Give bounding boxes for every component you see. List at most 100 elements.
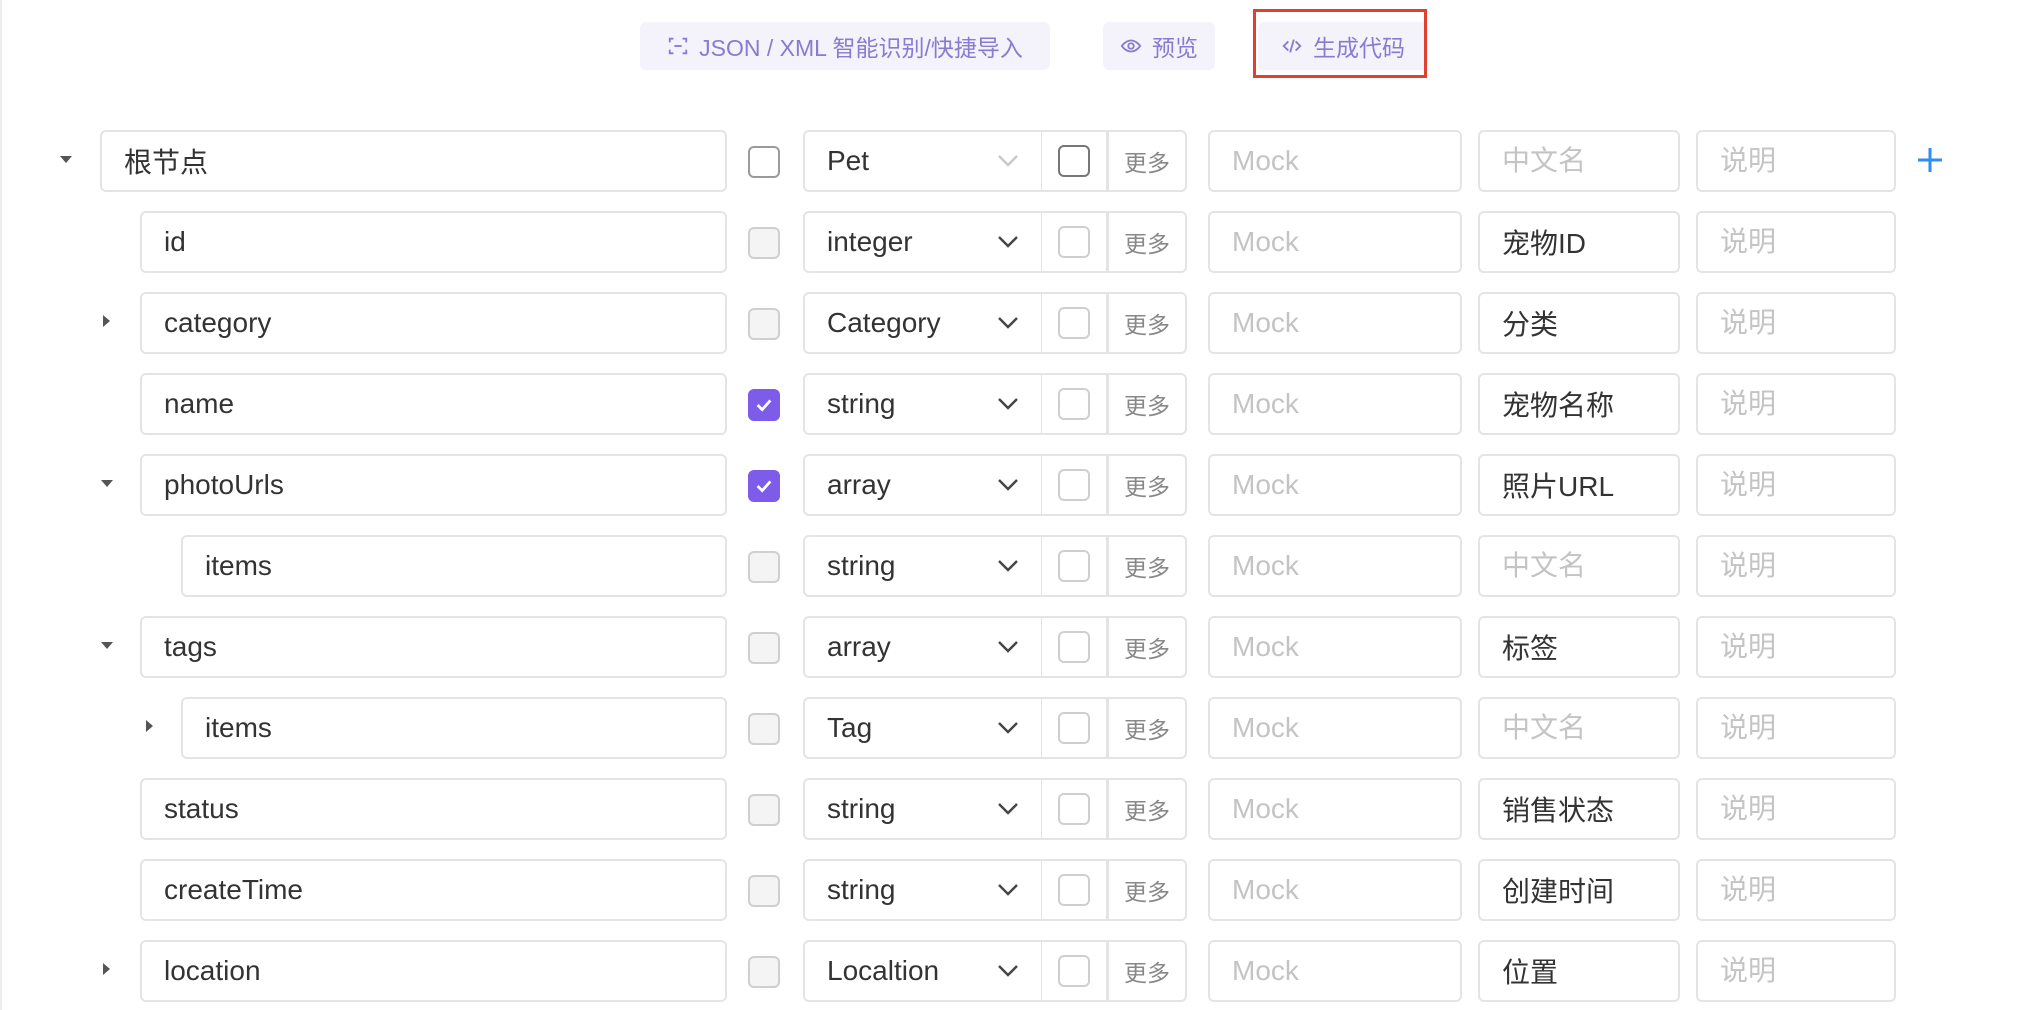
mock-input[interactable] (1208, 454, 1462, 516)
chinese-name-input[interactable] (1478, 454, 1680, 516)
add-child-button[interactable] (1914, 144, 1946, 176)
expand-caret-icon[interactable] (146, 720, 153, 732)
nullable-checkbox[interactable] (1058, 307, 1090, 339)
more-button[interactable]: 更多 (1107, 130, 1187, 192)
nullable-checkbox[interactable] (1058, 955, 1090, 987)
more-button[interactable]: 更多 (1107, 697, 1187, 759)
nullable-checkbox[interactable] (1058, 388, 1090, 420)
description-input[interactable] (1696, 535, 1896, 597)
nullable-checkbox[interactable] (1058, 550, 1090, 582)
chinese-name-input[interactable] (1478, 778, 1680, 840)
more-button[interactable]: 更多 (1107, 373, 1187, 435)
field-name-input[interactable] (181, 697, 727, 759)
mock-input[interactable] (1208, 292, 1462, 354)
nullable-checkbox[interactable] (1058, 793, 1090, 825)
description-input[interactable] (1696, 211, 1896, 273)
chinese-name-input[interactable] (1478, 373, 1680, 435)
required-checkbox[interactable] (748, 551, 780, 583)
nullable-checkbox[interactable] (1058, 469, 1090, 501)
type-select[interactable]: Category (803, 292, 1043, 354)
mock-input[interactable] (1208, 373, 1462, 435)
more-button[interactable]: 更多 (1107, 859, 1187, 921)
more-button[interactable]: 更多 (1107, 616, 1187, 678)
description-input[interactable] (1696, 292, 1896, 354)
collapse-caret-icon[interactable] (101, 480, 113, 487)
chinese-name-input[interactable] (1478, 535, 1680, 597)
description-input[interactable] (1696, 697, 1896, 759)
field-name-input[interactable] (140, 778, 727, 840)
type-select[interactable]: string (803, 859, 1043, 921)
collapse-caret-icon[interactable] (60, 156, 72, 163)
more-button[interactable]: 更多 (1107, 535, 1187, 597)
type-select[interactable]: string (803, 535, 1043, 597)
chevron-down-icon (998, 479, 1018, 491)
type-select[interactable]: integer (803, 211, 1043, 273)
chinese-name-input[interactable] (1478, 292, 1680, 354)
description-input[interactable] (1696, 454, 1896, 516)
description-input[interactable] (1696, 616, 1896, 678)
more-button[interactable]: 更多 (1107, 940, 1187, 1002)
description-input[interactable] (1696, 940, 1896, 1002)
mock-input[interactable] (1208, 697, 1462, 759)
mock-input[interactable] (1208, 535, 1462, 597)
more-button[interactable]: 更多 (1107, 454, 1187, 516)
collapse-caret-icon[interactable] (101, 642, 113, 649)
type-select[interactable]: Pet (803, 130, 1043, 192)
description-input[interactable] (1696, 130, 1896, 192)
chinese-name-input[interactable] (1478, 940, 1680, 1002)
chinese-name-input[interactable] (1478, 130, 1680, 192)
mock-input[interactable] (1208, 859, 1462, 921)
chinese-name-input[interactable] (1478, 859, 1680, 921)
mock-input[interactable] (1208, 130, 1462, 192)
mock-input[interactable] (1208, 940, 1462, 1002)
more-button[interactable]: 更多 (1107, 211, 1187, 273)
chinese-name-input[interactable] (1478, 211, 1680, 273)
more-button[interactable]: 更多 (1107, 292, 1187, 354)
type-select[interactable]: array (803, 616, 1043, 678)
nullable-checkbox[interactable] (1058, 145, 1090, 177)
mock-input[interactable] (1208, 211, 1462, 273)
field-name-input[interactable] (140, 859, 727, 921)
required-checkbox[interactable] (748, 146, 780, 178)
field-name-input[interactable] (140, 940, 727, 1002)
nullable-checkbox[interactable] (1058, 712, 1090, 744)
mock-input[interactable] (1208, 616, 1462, 678)
required-checkbox[interactable] (748, 308, 780, 340)
mock-input[interactable] (1208, 778, 1462, 840)
field-name-input[interactable] (140, 211, 727, 273)
field-name-input[interactable] (140, 616, 727, 678)
field-name-input[interactable] (140, 373, 727, 435)
description-input[interactable] (1696, 778, 1896, 840)
field-name-input[interactable] (100, 130, 727, 192)
chinese-name-input[interactable] (1478, 616, 1680, 678)
chinese-name-input[interactable] (1478, 697, 1680, 759)
description-input[interactable] (1696, 859, 1896, 921)
more-button[interactable]: 更多 (1107, 778, 1187, 840)
schema-row: Localtion 更多 (0, 940, 2036, 1004)
required-checkbox[interactable] (748, 875, 780, 907)
required-checkbox[interactable] (748, 389, 780, 421)
required-checkbox[interactable] (748, 632, 780, 664)
nullable-checkbox[interactable] (1058, 226, 1090, 258)
field-name-input[interactable] (181, 535, 727, 597)
nullable-checkbox[interactable] (1058, 874, 1090, 906)
field-name-input[interactable] (140, 454, 727, 516)
preview-button[interactable]: 预览 (1103, 22, 1215, 70)
expand-caret-icon[interactable] (103, 963, 110, 975)
expand-caret-icon[interactable] (103, 315, 110, 327)
required-checkbox[interactable] (748, 794, 780, 826)
type-select[interactable]: array (803, 454, 1043, 516)
required-checkbox[interactable] (748, 470, 780, 502)
description-input[interactable] (1696, 373, 1896, 435)
type-select[interactable]: string (803, 373, 1043, 435)
nullable-checkbox[interactable] (1058, 631, 1090, 663)
required-checkbox[interactable] (748, 227, 780, 259)
type-select[interactable]: string (803, 778, 1043, 840)
type-select[interactable]: Tag (803, 697, 1043, 759)
required-checkbox[interactable] (748, 713, 780, 745)
generate-code-button[interactable]: 生成代码 (1258, 22, 1428, 70)
required-checkbox[interactable] (748, 956, 780, 988)
type-select[interactable]: Localtion (803, 940, 1043, 1002)
field-name-input[interactable] (140, 292, 727, 354)
import-button[interactable]: JSON / XML 智能识别/快捷导入 (640, 22, 1050, 70)
